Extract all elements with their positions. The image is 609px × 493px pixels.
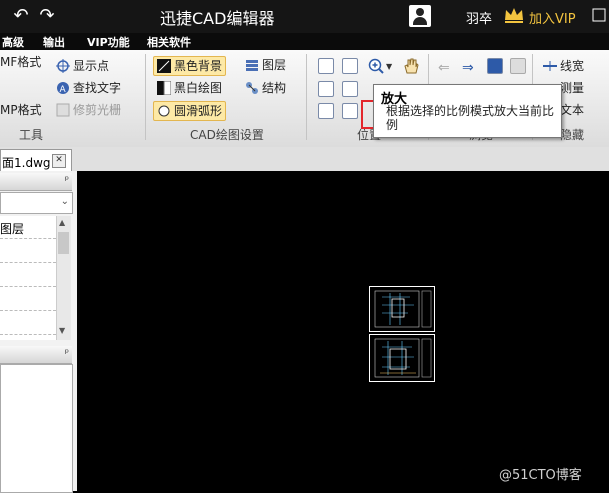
window-control-icon[interactable] bbox=[592, 8, 606, 22]
black-background-button[interactable]: 黑色背景 bbox=[153, 56, 227, 76]
menu-advanced[interactable]: 高级 bbox=[2, 34, 24, 50]
properties-panel bbox=[0, 364, 73, 493]
text-button[interactable]: 文本 bbox=[560, 101, 584, 119]
list-item[interactable] bbox=[0, 240, 56, 263]
pin-icon[interactable]: ᵖ bbox=[65, 348, 69, 359]
trim-raster-label: 修剪光栅 bbox=[73, 103, 122, 117]
structure-button[interactable]: 结构 bbox=[245, 79, 286, 97]
smooth-arc-label: 圆滑弧形 bbox=[174, 104, 223, 118]
bw-drawing-label: 黑白绘图 bbox=[174, 81, 223, 95]
menu-vip[interactable]: VIP功能 bbox=[87, 34, 130, 50]
undo-arrow-icon[interactable]: ↶ bbox=[10, 5, 32, 27]
cad-drawing-sheet[interactable] bbox=[369, 334, 435, 382]
user-avatar-icon[interactable] bbox=[409, 5, 431, 27]
group-label-cad-settings: CAD绘图设置 bbox=[190, 128, 264, 142]
divider bbox=[145, 54, 146, 140]
smooth-arc-icon bbox=[157, 104, 171, 118]
redo-arrow-icon[interactable]: ↷ bbox=[36, 5, 58, 27]
watermark: @51CTO博客 bbox=[499, 468, 582, 483]
export-mf-button[interactable]: MF格式 bbox=[0, 53, 41, 71]
layers-label: 图层 bbox=[262, 58, 287, 72]
pan-hand-icon[interactable] bbox=[402, 57, 420, 75]
line-width-label: 线宽 bbox=[560, 59, 585, 73]
raster-icon bbox=[56, 103, 70, 117]
cad-drawing-sheet[interactable] bbox=[369, 286, 435, 332]
group-label-tools: 工具 bbox=[19, 128, 44, 142]
line-width-icon bbox=[543, 59, 557, 73]
list-item[interactable] bbox=[0, 264, 56, 287]
find-text-button[interactable]: A 查找文字 bbox=[56, 79, 121, 97]
list-item-label: 图层 bbox=[0, 222, 25, 236]
left-panel: ᵖ ⌄ 图层 ▲ ▼ ᵖ bbox=[0, 171, 77, 493]
close-icon[interactable]: ✕ bbox=[52, 154, 66, 168]
group-label-hidden: 隐藏 bbox=[560, 128, 585, 142]
structure-label: 结构 bbox=[262, 81, 287, 95]
zoom-in-icon[interactable] bbox=[368, 58, 384, 74]
menu-related-software[interactable]: 相关软件 bbox=[147, 34, 191, 50]
show-points-button[interactable]: 显示点 bbox=[56, 57, 109, 75]
svg-text:A: A bbox=[60, 85, 67, 95]
list-item[interactable]: 图层 bbox=[0, 216, 56, 239]
structure-icon bbox=[245, 81, 259, 95]
export-arrow-icon[interactable] bbox=[487, 58, 503, 74]
export-mp-button[interactable]: MP格式 bbox=[0, 101, 42, 119]
document-tab-bar: 面1.dwg ✕ bbox=[0, 147, 609, 172]
tab-document[interactable]: 面1.dwg ✕ bbox=[0, 149, 72, 172]
divider bbox=[306, 54, 307, 140]
zoom-window-icon[interactable] bbox=[318, 58, 334, 74]
crown-icon[interactable] bbox=[503, 5, 525, 28]
chevron-down-icon[interactable]: ▼ bbox=[386, 62, 392, 71]
line-width-button[interactable]: 线宽 bbox=[543, 57, 584, 75]
list-item[interactable] bbox=[0, 312, 56, 335]
join-vip-button[interactable]: 加入VIP bbox=[529, 8, 576, 27]
menu-bar: 高级 输出 VIP功能 相关软件 bbox=[0, 33, 609, 50]
disabled-nav-icon[interactable] bbox=[510, 58, 526, 74]
panel-header: ᵖ bbox=[0, 173, 72, 191]
show-points-label: 显示点 bbox=[73, 59, 110, 73]
menu-output[interactable]: 输出 bbox=[43, 34, 65, 50]
black-background-icon bbox=[157, 59, 171, 73]
find-text-icon: A bbox=[56, 81, 70, 95]
layers-button[interactable]: 图层 bbox=[245, 56, 286, 74]
scrollbar-thumb[interactable] bbox=[58, 232, 69, 254]
zoom-search-icon[interactable] bbox=[342, 58, 358, 74]
smooth-arc-button[interactable]: 圆滑弧形 bbox=[153, 101, 227, 121]
fit-window-icon[interactable] bbox=[342, 81, 358, 97]
chevron-up-icon[interactable]: ▲ bbox=[59, 218, 65, 227]
drawing-canvas[interactable] bbox=[77, 171, 609, 491]
title-bar: ↶ ↷ 迅捷CAD编辑器 羽卒 加入VIP bbox=[0, 0, 609, 33]
measure-button[interactable]: 测量 bbox=[560, 79, 584, 97]
chevron-down-icon[interactable]: ▼ bbox=[59, 326, 65, 335]
username[interactable]: 羽卒 bbox=[466, 8, 492, 27]
panel-header: ᵖ bbox=[0, 346, 72, 364]
tooltip-description: 根据选择的比例模式放大当前比例 bbox=[386, 104, 555, 132]
center-view-icon[interactable] bbox=[318, 103, 334, 119]
arrow-right-icon[interactable]: ⇒ bbox=[462, 60, 474, 76]
zoom-in-tooltip: 放大 根据选择的比例模式放大当前比例 bbox=[373, 84, 562, 138]
zoom-extents-icon[interactable] bbox=[318, 81, 334, 97]
bw-drawing-button[interactable]: 黑白绘图 bbox=[157, 79, 222, 97]
arrow-left-icon[interactable]: ⇐ bbox=[438, 60, 450, 76]
layer-list: 图层 bbox=[0, 216, 56, 340]
scrollbar[interactable]: ▲ ▼ bbox=[56, 216, 71, 340]
trim-raster-button[interactable]: 修剪光栅 bbox=[56, 101, 121, 119]
layers-icon bbox=[245, 58, 259, 72]
pin-icon[interactable]: ᵖ bbox=[65, 175, 69, 186]
layer-dropdown[interactable]: ⌄ bbox=[0, 192, 73, 214]
black-background-label: 黑色背景 bbox=[174, 59, 223, 73]
list-item[interactable] bbox=[0, 288, 56, 311]
bw-drawing-icon bbox=[157, 80, 172, 96]
find-text-label: 查找文字 bbox=[73, 81, 122, 95]
app-title: 迅捷CAD编辑器 bbox=[160, 9, 275, 28]
zoom-previous-icon[interactable] bbox=[342, 103, 358, 119]
tab-document-label: 面1.dwg bbox=[2, 156, 51, 170]
crosshair-icon bbox=[56, 59, 70, 73]
chevron-down-icon[interactable]: ⌄ bbox=[61, 196, 69, 207]
